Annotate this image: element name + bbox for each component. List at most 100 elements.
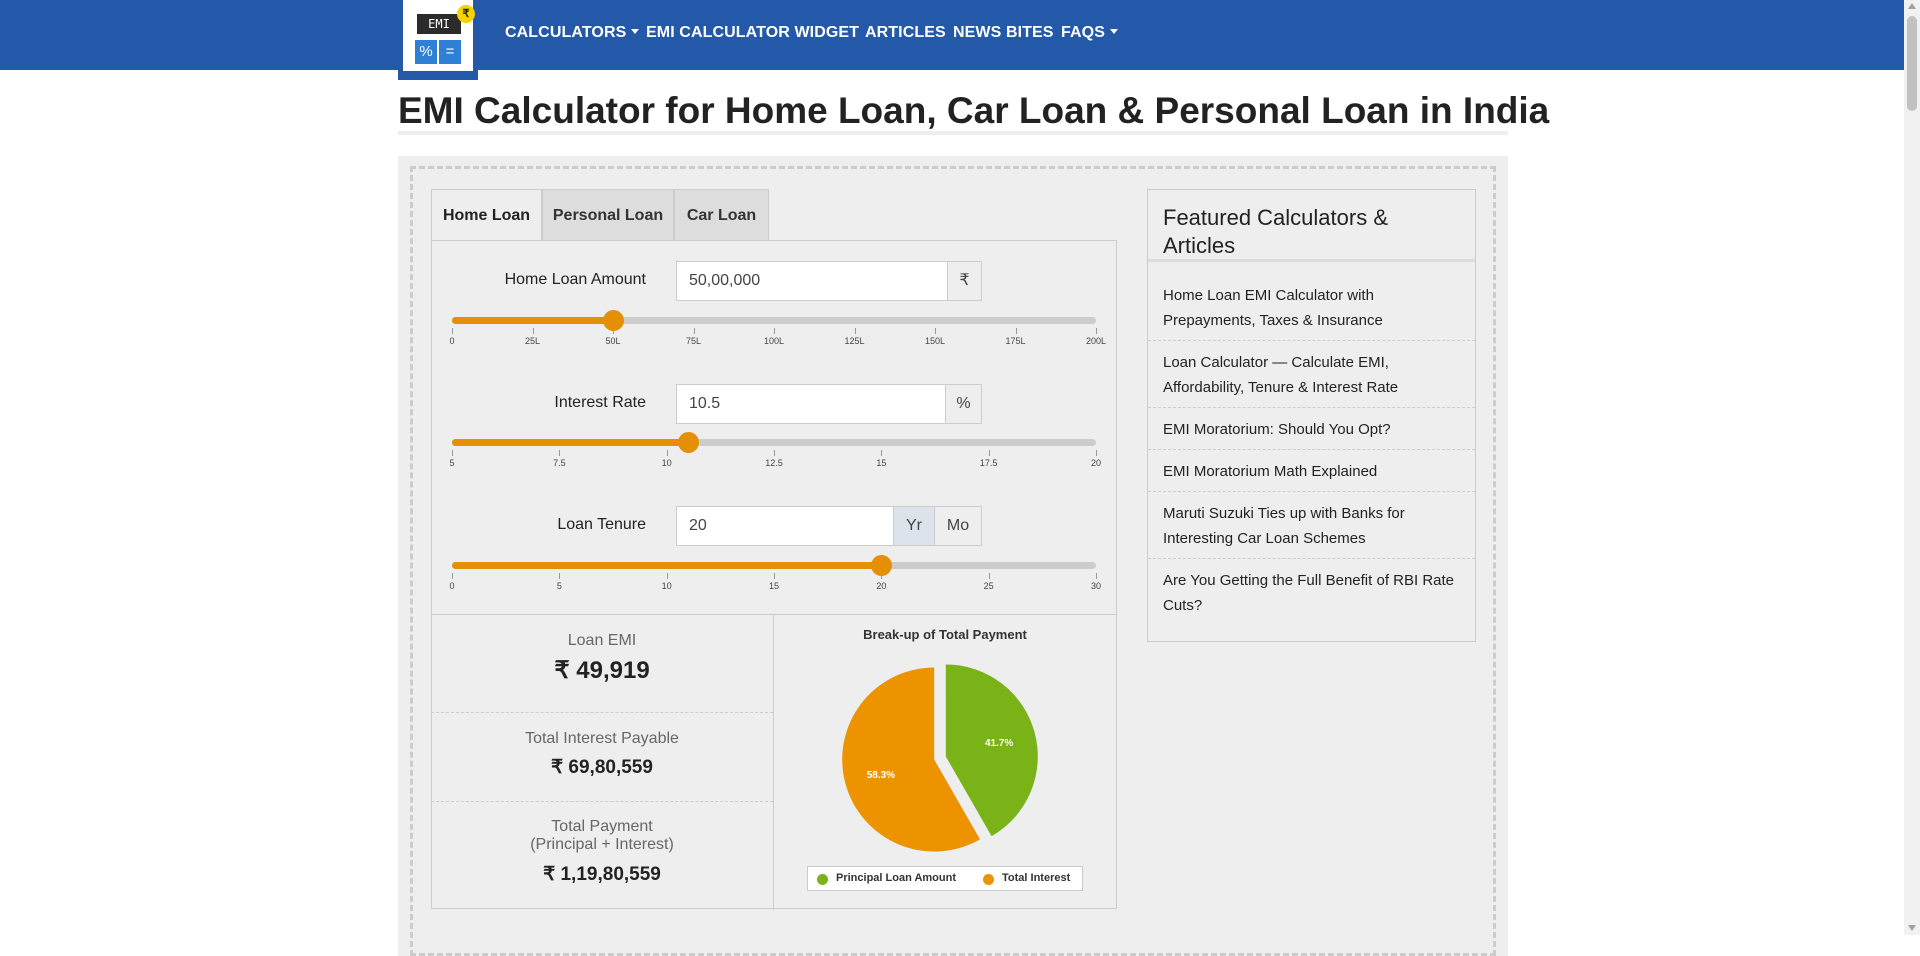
total-payment-sublabel: (Principal + Interest) bbox=[530, 836, 674, 853]
tenure-slider-tick-label: 5 bbox=[556, 581, 562, 591]
loan-emi-label: Loan EMI bbox=[567, 632, 637, 649]
nav-emi-widget-label: EMI CALCULATOR WIDGET bbox=[646, 24, 860, 41]
interest-rate-label: Interest Rate bbox=[554, 394, 646, 411]
amount-slider-tick bbox=[532, 328, 534, 334]
amount-slider-tick-label: 175L bbox=[1005, 336, 1026, 346]
featured-link[interactable]: Maruti Suzuki Ties up with Banks for Int… bbox=[1163, 501, 1463, 551]
total-payment-value: ₹ 1,19,80,559 bbox=[543, 864, 661, 885]
tenure-slider-tick bbox=[988, 573, 990, 579]
amount-slider-tick-label: 100L bbox=[763, 336, 785, 346]
total-interest-value: ₹ 69,80,559 bbox=[551, 757, 653, 778]
nav-news-bites[interactable]: NEWS BITES bbox=[953, 24, 1054, 42]
featured-sidebar: Featured Calculators & Articles Home Loa… bbox=[1147, 189, 1476, 642]
legend-interest-label[interactable]: Total Interest bbox=[1002, 872, 1070, 884]
amount-slider-tick bbox=[1015, 328, 1017, 334]
nav-faqs[interactable]: FAQS bbox=[1061, 24, 1118, 42]
featured-title: Featured Calculators & Articles bbox=[1163, 205, 1388, 258]
home-loan-amount-input[interactable]: 50,00,000 bbox=[676, 261, 948, 301]
nav-news-bites-label: NEWS BITES bbox=[953, 24, 1054, 41]
chart-title: Break-up of Total Payment bbox=[863, 627, 1027, 642]
amount-slider-tick-label: 50L bbox=[605, 336, 621, 346]
rate-slider-tick bbox=[774, 450, 775, 456]
tab-home-loan[interactable]: Home Loan bbox=[431, 189, 542, 241]
pie-slice-label: 58.3% bbox=[867, 770, 895, 781]
nav-faqs-label: FAQS bbox=[1061, 24, 1105, 41]
amount-slider-tick bbox=[613, 328, 614, 334]
nav-articles[interactable]: ARTICLES bbox=[865, 24, 946, 42]
rupee-coin-icon: ₹ bbox=[457, 5, 475, 23]
loan-tenure-label: Loan Tenure bbox=[557, 516, 646, 533]
nav-emi-widget[interactable]: EMI CALCULATOR WIDGET bbox=[646, 24, 859, 42]
tenure-slider-tick bbox=[774, 573, 775, 579]
scrollbar-thumb[interactable] bbox=[1907, 16, 1917, 111]
rupee-unit-addon: ₹ bbox=[947, 261, 982, 301]
total-interest-result: Total Interest Payable ₹ 69,80,559 bbox=[431, 730, 773, 779]
loan-tenure-input[interactable]: 20 bbox=[676, 506, 894, 546]
scroll-down-icon[interactable] bbox=[1908, 925, 1916, 931]
rate-slider-tick bbox=[452, 450, 453, 456]
tenure-slider-tick bbox=[881, 573, 883, 579]
rate-slider-handle[interactable] bbox=[678, 432, 700, 453]
payment-pie-chart: 41.7% 58.3% bbox=[842, 664, 1038, 852]
featured-link[interactable]: EMI Moratorium: Should You Opt? bbox=[1163, 417, 1463, 442]
results-separator bbox=[431, 801, 773, 802]
featured-link[interactable]: EMI Moratorium Math Explained bbox=[1163, 459, 1463, 484]
rate-slider-tick-label: 5 bbox=[449, 458, 455, 468]
legend-principal-label[interactable]: Principal Loan Amount bbox=[836, 872, 956, 884]
site-logo[interactable]: EMI % = ₹ bbox=[398, 0, 478, 80]
tenure-slider-tick-label: 0 bbox=[449, 581, 455, 591]
legend-interest-swatch bbox=[983, 874, 994, 885]
featured-link[interactable]: Loan Calculator — Calculate EMI, Afforda… bbox=[1163, 350, 1463, 400]
rate-slider-tick-label: 20 bbox=[1090, 458, 1102, 468]
amount-slider-tick bbox=[854, 328, 856, 334]
featured-separator bbox=[1148, 491, 1475, 492]
logo-percent-key: % bbox=[415, 40, 437, 64]
rate-slider-tick bbox=[988, 450, 990, 456]
total-interest-label: Total Interest Payable bbox=[525, 730, 679, 747]
amount-slider-tick-label: 75L bbox=[685, 336, 702, 346]
loan-emi-result: Loan EMI ₹ 49,919 bbox=[431, 632, 773, 685]
loan-emi-value: ₹ 49,919 bbox=[554, 657, 650, 684]
amount-slider-tick-label: 25L bbox=[524, 336, 541, 346]
rate-slider-fill bbox=[452, 439, 689, 446]
home-loan-amount-label: Home Loan Amount bbox=[504, 271, 646, 288]
results-separator bbox=[431, 712, 773, 713]
tab-personal-loan[interactable]: Personal Loan bbox=[542, 189, 674, 241]
amount-slider-fill bbox=[452, 317, 613, 324]
page-scrollbar[interactable] bbox=[1904, 0, 1920, 935]
amount-slider-tick-label: 200L bbox=[1085, 336, 1107, 346]
page-title: EMI Calculator for Home Loan, Car Loan &… bbox=[398, 90, 1550, 131]
amount-slider-tick-label: 125L bbox=[844, 336, 865, 346]
tenure-year-toggle[interactable]: Yr bbox=[893, 506, 935, 546]
tenure-slider-tick-label: 25 bbox=[983, 581, 994, 591]
title-underline bbox=[398, 131, 1508, 135]
amount-slider-tick-label: 150L bbox=[924, 336, 946, 346]
tenure-slider-tick-label: 15 bbox=[768, 581, 780, 591]
scroll-up-icon[interactable] bbox=[1908, 3, 1916, 9]
top-navbar: EMI % = ₹ CALCULATORS EMI CALCULATOR WID… bbox=[0, 0, 1904, 80]
featured-link[interactable]: Are You Getting the Full Benefit of RBI … bbox=[1163, 568, 1463, 618]
logo-equals-key: = bbox=[439, 40, 461, 64]
amount-slider-tick bbox=[693, 328, 695, 334]
featured-separator bbox=[1148, 558, 1475, 559]
logo-calculator-icon: EMI % = ₹ bbox=[403, 0, 475, 71]
tenure-slider-tick-label: 30 bbox=[1090, 581, 1102, 591]
rate-slider-tick-label: 15 bbox=[876, 458, 887, 468]
interest-rate-input[interactable]: 10.5 bbox=[676, 384, 947, 424]
tenure-month-toggle[interactable]: Mo bbox=[934, 506, 982, 546]
tenure-slider-tick bbox=[1096, 573, 1097, 579]
tenure-slider-tick bbox=[559, 573, 561, 579]
rate-slider-tick-label: 17.5 bbox=[979, 458, 998, 468]
tab-car-loan[interactable]: Car Loan bbox=[674, 189, 769, 241]
rate-slider-tick bbox=[1096, 450, 1097, 456]
rate-slider-tick bbox=[559, 450, 561, 456]
featured-link[interactable]: Home Loan EMI Calculator with Prepayment… bbox=[1163, 283, 1463, 333]
logo-screen: EMI bbox=[417, 14, 461, 34]
legend-principal-swatch bbox=[817, 874, 828, 885]
rate-slider-tick bbox=[666, 450, 668, 456]
rate-slider-tick-label: 7.5 bbox=[553, 458, 566, 468]
nav-articles-label: ARTICLES bbox=[865, 24, 946, 41]
amount-slider-tick-label: 0 bbox=[449, 336, 455, 346]
nav-calculators[interactable]: CALCULATORS bbox=[505, 24, 640, 42]
chevron-down-icon bbox=[631, 29, 640, 34]
